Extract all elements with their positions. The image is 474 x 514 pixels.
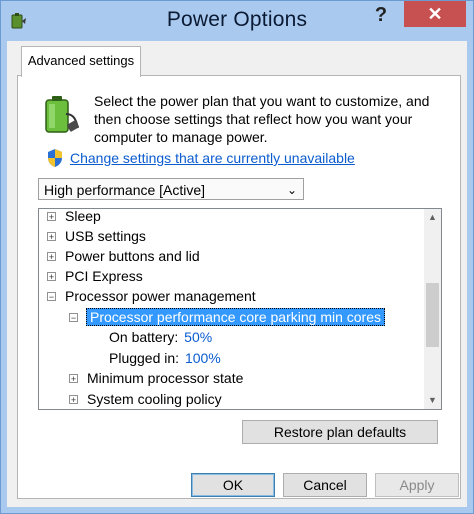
collapse-icon[interactable]: −	[47, 292, 56, 302]
expand-icon[interactable]: +	[69, 395, 78, 405]
expand-icon[interactable]: +	[47, 272, 56, 282]
tree-item-processor-power-management[interactable]: − Processor power management	[47, 286, 256, 306]
dialog-client-area: Advanced settings Select the power plan …	[7, 41, 467, 507]
power-plan-selected-value: High performance [Active]	[44, 182, 206, 198]
tree-item-system-cooling-policy[interactable]: + System cooling policy	[69, 389, 222, 409]
tree-item-power-buttons[interactable]: + Power buttons and lid	[47, 246, 200, 266]
window-title: Power Options	[166, 8, 308, 31]
power-plan-dropdown[interactable]: High performance [Active] ⌄	[38, 178, 304, 200]
tree-item-pci-express[interactable]: + PCI Express	[47, 266, 143, 286]
collapse-icon[interactable]: −	[69, 313, 78, 323]
setting-plugged-in[interactable]: Plugged in: 100%	[109, 348, 221, 368]
tree-item-label: Power buttons and lid	[65, 248, 200, 264]
scrollbar-thumb[interactable]	[426, 283, 439, 347]
tree-item-label: Processor power management	[65, 288, 256, 304]
tree-item-minimum-processor-state[interactable]: + Minimum processor state	[69, 368, 243, 388]
tree-vertical-scrollbar[interactable]: ▲ ▼	[424, 209, 441, 409]
settings-tree[interactable]: + Sleep + USB settings + Power buttons a…	[38, 208, 442, 410]
scroll-up-icon[interactable]: ▲	[424, 209, 441, 226]
scroll-down-icon[interactable]: ▼	[424, 392, 441, 409]
chevron-down-icon: ⌄	[286, 183, 297, 197]
on-battery-label: On battery:	[109, 329, 179, 345]
expand-icon[interactable]: +	[47, 232, 56, 242]
help-button[interactable]: ?	[365, 4, 397, 26]
apply-button[interactable]: Apply	[375, 473, 459, 497]
cancel-button[interactable]: Cancel	[283, 473, 367, 497]
tree-item-label: USB settings	[65, 228, 146, 244]
tab-advanced-settings[interactable]: Advanced settings	[21, 46, 141, 77]
expand-icon[interactable]: +	[69, 374, 78, 384]
advanced-settings-panel: Select the power plan that you want to c…	[17, 75, 461, 499]
tree-item-core-parking-min-cores[interactable]: − Processor performance core parking min…	[69, 307, 386, 327]
plugged-in-value[interactable]: 100%	[185, 350, 221, 366]
plugged-in-label: Plugged in:	[109, 350, 180, 366]
expand-icon[interactable]: +	[47, 252, 56, 262]
change-settings-link[interactable]: Change settings that are currently unava…	[70, 150, 355, 166]
close-button[interactable]: ✕	[404, 1, 466, 27]
ok-button[interactable]: OK	[191, 473, 275, 497]
title-bar[interactable]: Power Options ? ✕	[1, 1, 473, 41]
uac-shield-icon	[48, 149, 62, 167]
expand-icon[interactable]: +	[47, 212, 56, 222]
tree-item-label: System cooling policy	[87, 391, 222, 407]
tree-item-label: Sleep	[65, 208, 101, 224]
intro-text: Select the power plan that you want to c…	[94, 93, 430, 145]
tree-item-sleep[interactable]: + Sleep	[47, 208, 101, 226]
tree-item-usb-settings[interactable]: + USB settings	[47, 226, 146, 246]
battery-plug-icon	[45, 96, 79, 133]
tree-item-label: Minimum processor state	[87, 370, 244, 386]
setting-on-battery[interactable]: On battery: 50%	[109, 327, 212, 347]
tree-item-label-selected: Processor performance core parking min c…	[86, 308, 386, 326]
tree-item-label: PCI Express	[65, 268, 143, 284]
power-options-window: Power Options ? ✕ Advanced settings Sele…	[0, 0, 474, 514]
on-battery-value[interactable]: 50%	[184, 329, 212, 345]
restore-plan-defaults-button[interactable]: Restore plan defaults	[242, 420, 438, 444]
